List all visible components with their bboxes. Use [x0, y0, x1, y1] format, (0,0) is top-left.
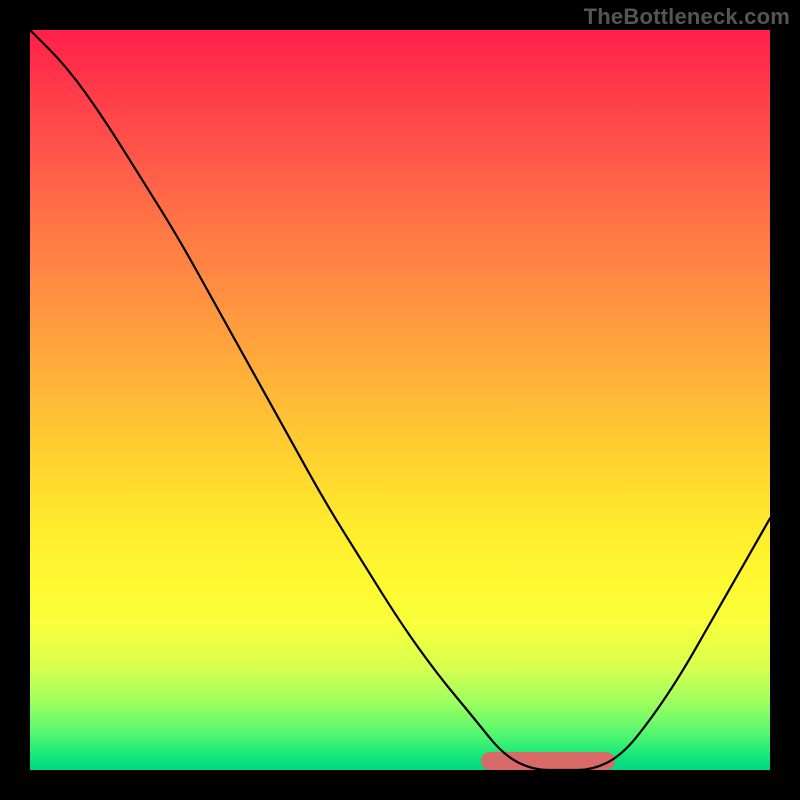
curve-svg — [30, 30, 770, 770]
watermark-text: TheBottleneck.com — [584, 4, 790, 30]
bottleneck-curve — [30, 30, 770, 770]
chart-container: TheBottleneck.com — [0, 0, 800, 800]
plot-area — [30, 30, 770, 770]
